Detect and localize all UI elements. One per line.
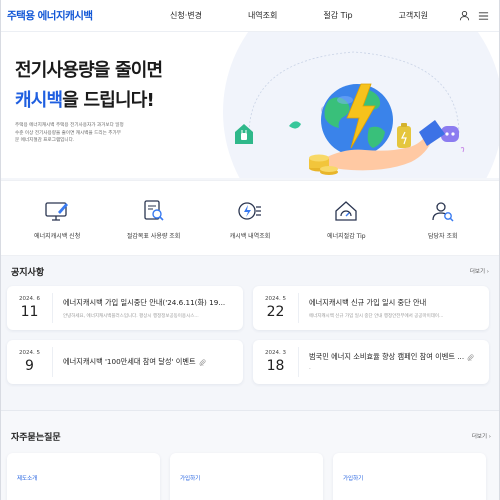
notice-title: 공지사항 — [11, 267, 45, 278]
notice-day: 9 — [25, 358, 34, 374]
person-search-icon — [429, 197, 457, 225]
attachment-icon — [467, 353, 474, 361]
notice-year-month: 2024. 5 — [19, 350, 40, 356]
quick-contact-search[interactable]: 담당자 조회 — [398, 197, 488, 240]
quick-menu: 에너지캐시백 신청 절감목표 사용량 조회 캐시백 내역조회 에너지절감 Tip… — [1, 180, 499, 256]
faq-category: 가입하기 — [343, 476, 364, 482]
notice-year-month: 2024. 3 — [265, 350, 286, 356]
notice-summary: 안녕하세요, 에너지캐시백플러스입니다. 평상시 행정정보공동이용시스... — [63, 313, 199, 319]
attachment-icon — [199, 358, 206, 366]
notice-day: 11 — [20, 304, 39, 320]
notice-title-text: 에너지캐시백 신규 가입 일시 중단 안내 — [309, 298, 483, 308]
faq-more-link[interactable]: 더보기 › — [472, 432, 491, 440]
notice-date: 2024. 5 22 — [253, 293, 299, 323]
house-gauge-icon — [332, 197, 360, 225]
hero-title-line1: 전기사용량을 줄이면 — [15, 60, 163, 81]
robot-icon — [441, 126, 465, 153]
hero-title-line2: 캐시백을 드립니다! — [15, 86, 162, 112]
notice-card[interactable]: 2024. 5 22 에너지캐시백 신규 가입 일시 중단 안내 에너지캐시백 … — [253, 286, 489, 330]
quick-label: 절감목표 사용량 조회 — [126, 232, 181, 240]
notice-title-label: 에너지캐시백 가입 일시중단 안내('24.6.11(화) 19... — [63, 297, 226, 307]
notice-summary: 에너지캐시백 신규 가입 일시 중단 안내 행정안전부에서 공공마이데이... — [309, 313, 444, 319]
notice-title-text: 에너지캐시백 '100만세대 참여 달성' 이벤트 — [63, 357, 237, 367]
notice-day: 18 — [266, 358, 285, 374]
menu-icon[interactable] — [478, 11, 489, 21]
notice-body: 에너지캐시백 신규 가입 일시 중단 안내 에너지캐시백 신규 가입 일시 중단… — [299, 298, 489, 319]
notice-card[interactable]: 2024. 6 11 에너지캐시백 가입 일시중단 안내('24.6.11(화)… — [7, 286, 243, 330]
notice-year-month: 2024. 5 — [265, 296, 286, 302]
notice-year-month: 2024. 6 — [19, 296, 40, 302]
notice-summary: - — [309, 367, 311, 372]
more-label: 더보기 — [469, 269, 486, 275]
hero-title-rest: 을 드립니다! — [62, 90, 154, 111]
header-icons — [459, 10, 489, 21]
faq-card[interactable]: 가입하기 — [170, 453, 323, 500]
notice-body: 범국민 에너지 소비효율 향상 캠페인 참여 이벤트 ... - — [299, 352, 489, 372]
quick-saving-tip[interactable]: 에너지절감 Tip — [301, 197, 391, 240]
quick-target-usage[interactable]: 절감목표 사용량 조회 — [109, 197, 199, 240]
notice-title-label: 에너지캐시백 신규 가입 일시 중단 안내 — [309, 297, 427, 307]
notice-date: 2024. 3 18 — [253, 347, 299, 377]
site-logo[interactable]: 주택용 에너지캐시백 — [7, 8, 147, 23]
hero-title-accent: 캐시백 — [15, 90, 63, 111]
notice-card[interactable]: 2024. 5 9 에너지캐시백 '100만세대 참여 달성' 이벤트 — [7, 340, 243, 384]
document-search-icon — [140, 197, 168, 225]
notice-card[interactable]: 2024. 3 18 범국민 에너지 소비효율 향상 캠페인 참여 이벤트 ..… — [253, 340, 489, 384]
battery-icon — [397, 123, 411, 148]
faq-card[interactable]: 제도소개 — [7, 453, 160, 500]
coins-lightning-icon — [236, 197, 264, 225]
notice-body: 에너지캐시백 가입 일시중단 안내('24.6.11(화) 19... 안녕하세… — [53, 298, 243, 319]
faq-card[interactable]: 가입하기 — [333, 453, 486, 500]
main-nav: 신청·변경 내역조회 절감 Tip 고객지원 — [147, 10, 459, 21]
nav-history[interactable]: 내역조회 — [248, 10, 277, 21]
notice-title-text: 에너지캐시백 가입 일시중단 안내('24.6.11(화) 19... — [63, 298, 237, 308]
quick-cashback-history[interactable]: 캐시백 내역조회 — [205, 197, 295, 240]
notice-body: 에너지캐시백 '100만세대 참여 달성' 이벤트 — [53, 357, 243, 367]
faq-category: 가입하기 — [180, 476, 201, 482]
notice-more-link[interactable]: 더보기 › — [470, 267, 489, 275]
notice-title-label: 범국민 에너지 소비효율 향상 캠페인 참여 이벤트 ... — [309, 352, 465, 361]
notice-date: 2024. 6 11 — [7, 293, 53, 323]
faq-section: 자주묻는질문 더보기 › 제도소개 가입하기 가입하기 — [1, 410, 499, 500]
hero-banner: 전기사용량을 줄이면 캐시백을 드립니다! 주택용 에너지캐시백 주택용 전기사… — [1, 32, 499, 178]
notice-section: 공지사항 더보기 › 2024. 6 11 에너지캐시백 가입 일시중단 안내(… — [1, 256, 499, 384]
page: 주택용 에너지캐시백 신청·변경 내역조회 절감 Tip 고객지원 전기사용량을… — [0, 0, 500, 500]
quick-label: 담당자 조회 — [427, 232, 458, 240]
quick-label: 에너지절감 Tip — [327, 232, 366, 240]
faq-category: 제도소개 — [17, 476, 38, 482]
quick-label: 캐시백 내역조회 — [229, 232, 271, 240]
header: 주택용 에너지캐시백 신청·변경 내역조회 절감 Tip 고객지원 — [1, 0, 499, 32]
plug-house-icon — [235, 124, 253, 144]
more-label: 더보기 — [471, 434, 488, 440]
quick-apply-cashback[interactable]: 에너지캐시백 신청 — [12, 197, 102, 240]
notice-title-label: 에너지캐시백 '100만세대 참여 달성' 이벤트 — [63, 357, 196, 366]
hero-text: 전기사용량을 줄이면 캐시백을 드립니다! 주택용 에너지캐시백 주택용 전기사… — [15, 56, 163, 145]
notice-day: 22 — [266, 304, 285, 320]
monitor-pen-icon — [43, 197, 71, 225]
faq-list: 제도소개 가입하기 가입하기 — [1, 447, 499, 500]
nav-support[interactable]: 고객지원 — [399, 10, 428, 21]
notice-header: 공지사항 더보기 › — [1, 260, 499, 282]
quick-label: 에너지캐시백 신청 — [34, 232, 81, 240]
nav-apply-change[interactable]: 신청·변경 — [170, 10, 202, 21]
earth-cashback-illustration — [235, 51, 465, 175]
notice-list: 2024. 6 11 에너지캐시백 가입 일시중단 안내('24.6.11(화)… — [1, 282, 499, 384]
faq-header: 자주묻는질문 더보기 › — [1, 425, 499, 447]
user-icon[interactable] — [459, 10, 470, 21]
notice-date: 2024. 5 9 — [7, 347, 53, 377]
faq-title: 자주묻는질문 — [11, 432, 61, 443]
notice-title-text: 범국민 에너지 소비효율 향상 캠페인 참여 이벤트 ... — [309, 352, 483, 362]
nav-saving-tip[interactable]: 절감 Tip — [323, 10, 352, 21]
hero-description: 주택용 에너지캐시백 주택용 전기사용자가 과거보다 일정 수준 이상 전기사용… — [15, 123, 124, 144]
